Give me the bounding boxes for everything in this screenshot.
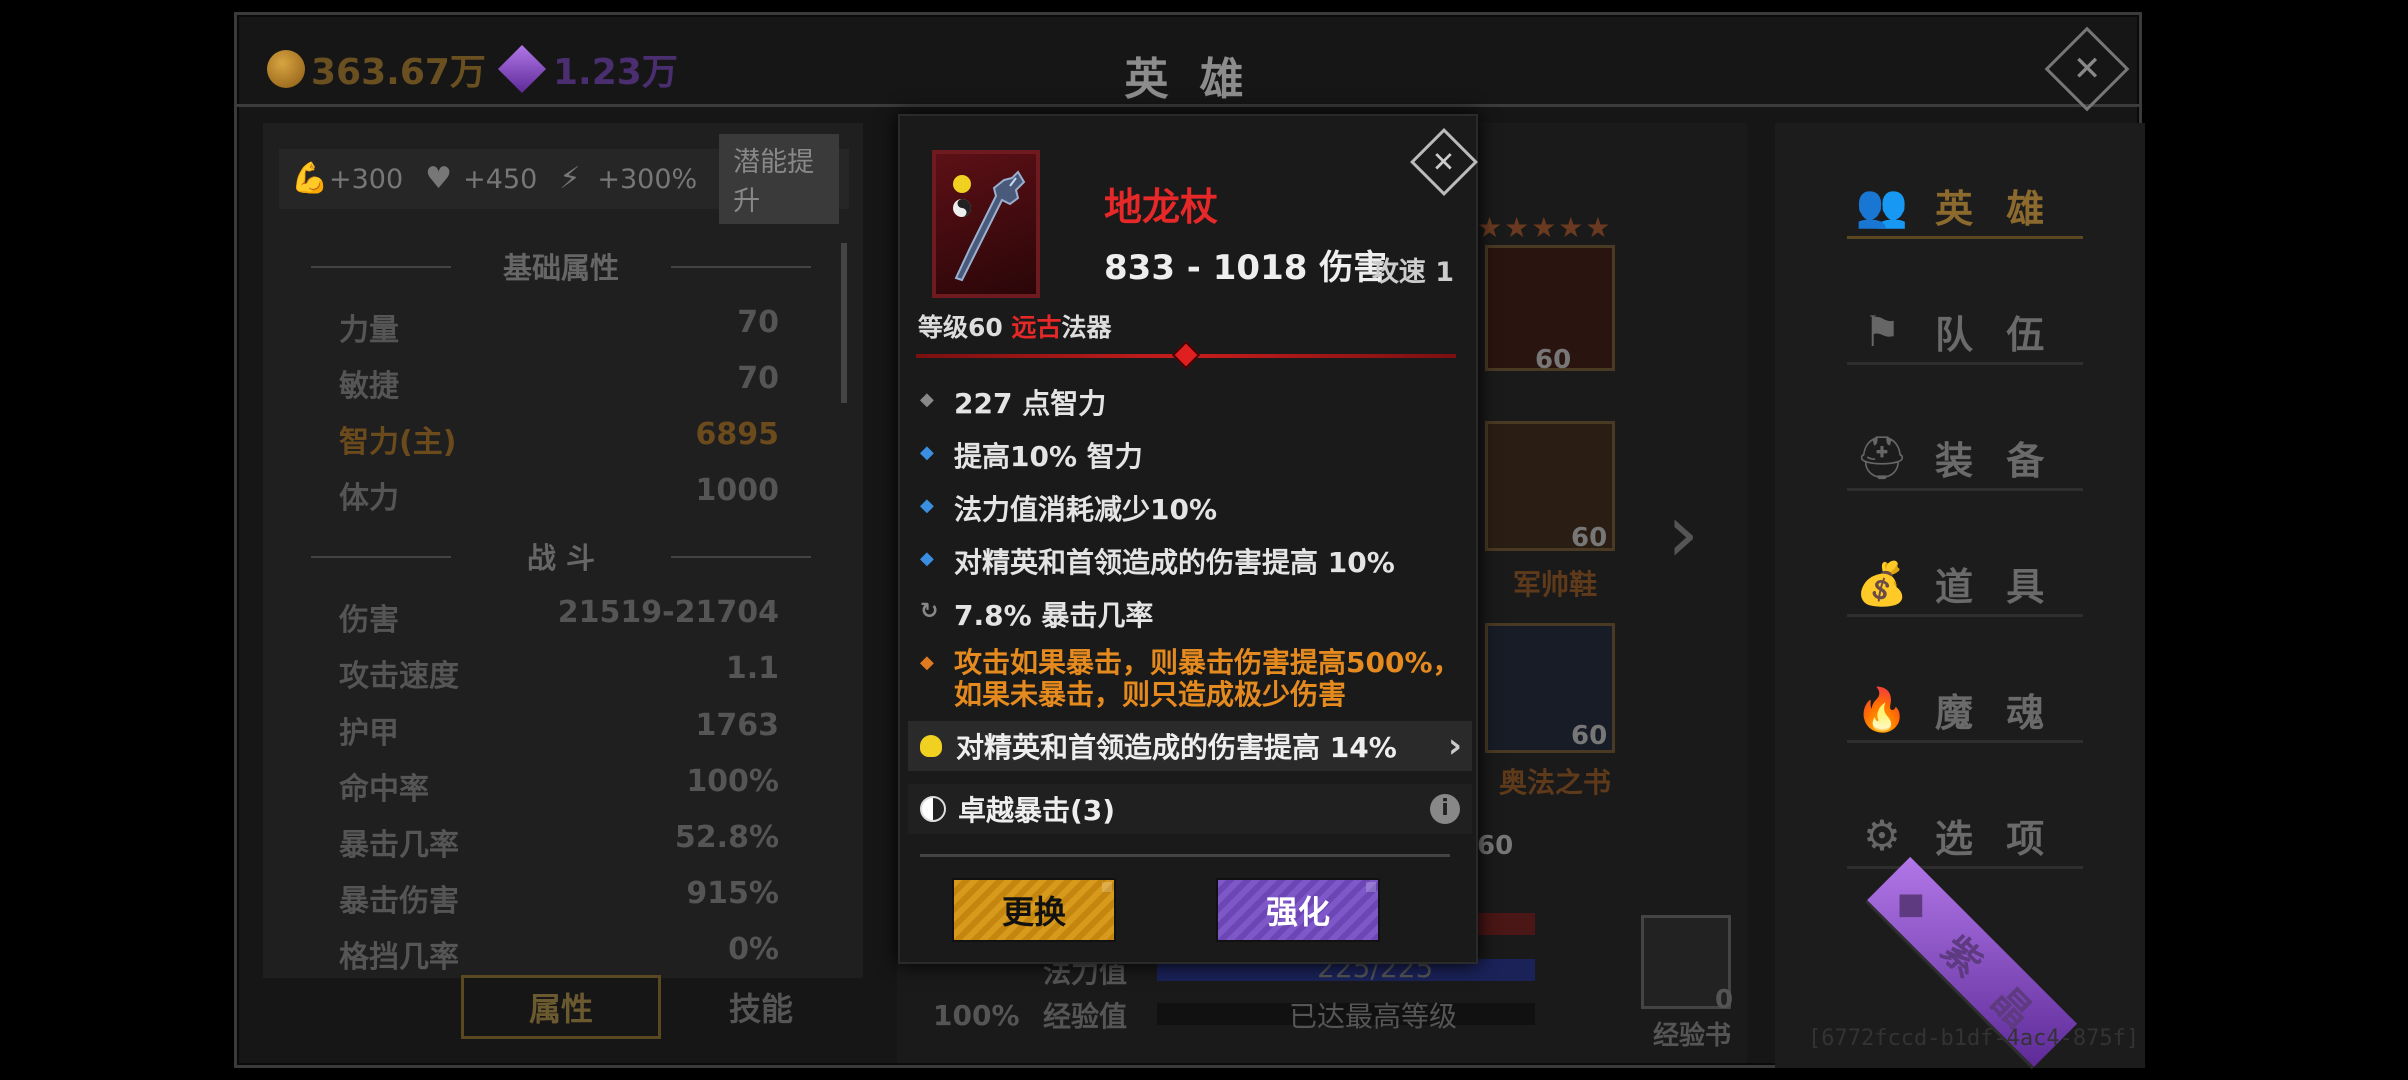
stats-panel: 💪 +300 ♥ +450 ⚡ +300% 潜能提升 基础属性 力量 70 敏捷 70 智… [263, 123, 863, 978]
slot-level: 60 [1535, 345, 1572, 375]
info-icon[interactable]: i [1430, 794, 1460, 824]
stat-row: 护甲 1763 [339, 708, 779, 751]
item-name: 地龙杖 [1104, 185, 1219, 229]
side-menu: 👥 英 雄 ⚑ 队 伍 ⛑ 装 备 💰 道 具 🔥 魔 魂 ⚙ 选 项 ◆ 紫 晶 [1775, 123, 2145, 1070]
affix-row: ◆ 提高10% 智力 [920, 440, 1143, 473]
page-title: 英 雄 [1124, 54, 1252, 105]
yellow-gem-icon [920, 735, 942, 757]
tab-attributes[interactable]: 属性 [461, 975, 661, 1039]
stat-row: 格挡几率 0% [339, 932, 779, 975]
diamond-bullet-icon: ◆ [920, 442, 934, 463]
energy-bonus: ⚡ +300% [559, 161, 698, 196]
session-id: [6772fccd-b1df-4ac4-875f] [1808, 1026, 2140, 1051]
affix-row: ◆ 法力值消耗减少10% [920, 493, 1218, 526]
gem-socket-row[interactable]: 对精英和首领造成的伤害提高 14% › [908, 721, 1472, 771]
stat-row: 攻击速度 1.1 [339, 651, 779, 694]
arm-icon: 💪 [291, 161, 329, 196]
yin-yang-icon [920, 796, 946, 822]
stat-row: 命中率 100% [339, 764, 779, 807]
bag-icon: 💰 [1855, 558, 1909, 608]
diamond-bullet-icon: ◆ [920, 389, 934, 410]
affix-row: ◆ 227 点智力 [920, 387, 1107, 420]
exp-value: 已达最高等级 [1289, 1000, 1458, 1033]
stat-row: 伤害 21519-21704 [339, 595, 779, 638]
flag-icon: ⚑ [1863, 307, 1901, 356]
people-icon: 👥 [1855, 180, 1909, 230]
set-bonus-row: 卓越暴击(3) i [908, 784, 1472, 834]
menu-options[interactable]: ⚙ 选 项 [1847, 805, 2083, 869]
combat-stats-header: 战 斗 [311, 535, 811, 577]
next-arrow-icon[interactable]: › [1667, 487, 1699, 580]
rating-stars: ★★★★★ [1477, 211, 1613, 244]
legendary-affix: ◆ 攻击如果暴击，则暴击伤害提高500%， 如果未暴击，则只造成极少伤害 [920, 646, 1461, 711]
item-damage: 833 - 1018 伤害 [1104, 248, 1388, 288]
red-diamond-icon [1171, 340, 1201, 370]
replace-button[interactable]: 更换 [952, 878, 1116, 942]
tab-skills[interactable]: 技能 [661, 975, 861, 1039]
menu-souls[interactable]: 🔥 魔 魂 [1847, 679, 2083, 743]
basic-stats-header: 基础属性 [311, 245, 811, 287]
slot-level: 60 [1571, 523, 1608, 553]
potential-upgrade-button[interactable]: 潜能提升 [719, 134, 839, 224]
lightning-icon: ⚡ [559, 161, 581, 196]
percent-value: 100% [933, 999, 1020, 1032]
gear-icon: ⚙ [1863, 811, 1901, 860]
menu-hero[interactable]: 👥 英 雄 [1847, 175, 2083, 239]
diamond-bullet-icon: ◆ [920, 495, 934, 516]
menu-equipment[interactable]: ⛑ 装 备 [1847, 427, 2083, 491]
slot-name: 军帅鞋 [1513, 568, 1598, 601]
staff-icon [953, 170, 1026, 282]
stat-row: 暴击伤害 915% [339, 876, 779, 919]
popup-close-button[interactable]: ✕ [1410, 128, 1478, 196]
item-detail-popup: ✕ 地龙杖 833 - 1018 伤害 攻速 1 等级60 远古法器 ◆ 227 … [898, 114, 1478, 964]
exp-label: 经验值 [1043, 1000, 1128, 1033]
affix-row: ◆ 对精英和首领造成的伤害提高 10% [920, 546, 1395, 579]
stat-row: 暴击几率 52.8% [339, 820, 779, 863]
chevron-right-icon: › [1447, 726, 1462, 766]
item-icon-staff [932, 150, 1040, 298]
close-icon: ✕ [2072, 49, 2102, 89]
strength-bonus: 💪 +300 [291, 161, 404, 196]
heart-icon: ♥ [425, 161, 453, 196]
slot-name: 奥法之书 [1499, 766, 1612, 799]
health-bonus: ♥ +450 [425, 161, 538, 196]
partial-level: 60 [1477, 831, 1514, 861]
reroll-icon: ↻ [920, 599, 939, 624]
diamond-bullet-icon: ◆ [920, 652, 934, 673]
slot-level: 60 [1571, 721, 1608, 751]
item-type: 等级60 远古法器 [918, 313, 1112, 342]
stat-row: 力量 70 [339, 305, 779, 348]
stats-scrollbar[interactable] [841, 243, 847, 403]
divider [920, 854, 1450, 857]
exp-book-count: 0 [1715, 985, 1734, 1015]
item-attack-speed: 攻速 1 [1371, 257, 1454, 288]
exp-book-label: 经验书 [1653, 1021, 1732, 1051]
menu-team[interactable]: ⚑ 队 伍 [1847, 301, 2083, 365]
menu-items[interactable]: 💰 道 具 [1847, 553, 2083, 617]
crystal-icon: ◆ [1884, 874, 1943, 932]
helmet-icon: ⛑ [1855, 432, 1909, 482]
close-icon: ✕ [1432, 145, 1456, 179]
flame-icon: 🔥 [1855, 684, 1909, 734]
enhance-button[interactable]: 强化 [1216, 878, 1380, 942]
top-bar: 363.67万 1.23万 英 雄 ✕ [237, 15, 2139, 112]
stat-row: 体力 1000 [339, 473, 779, 516]
left-tabs: 属性 技能 [461, 975, 861, 1039]
potential-bonus-row: 💪 +300 ♥ +450 ⚡ +300% 潜能提升 [279, 134, 849, 224]
diamond-bullet-icon: ◆ [920, 548, 934, 569]
stat-row-main: 智力(主) 6895 [339, 417, 779, 460]
affix-row: ↻ 7.8% 暴击几率 [920, 599, 1154, 632]
stat-row: 敏捷 70 [339, 361, 779, 404]
